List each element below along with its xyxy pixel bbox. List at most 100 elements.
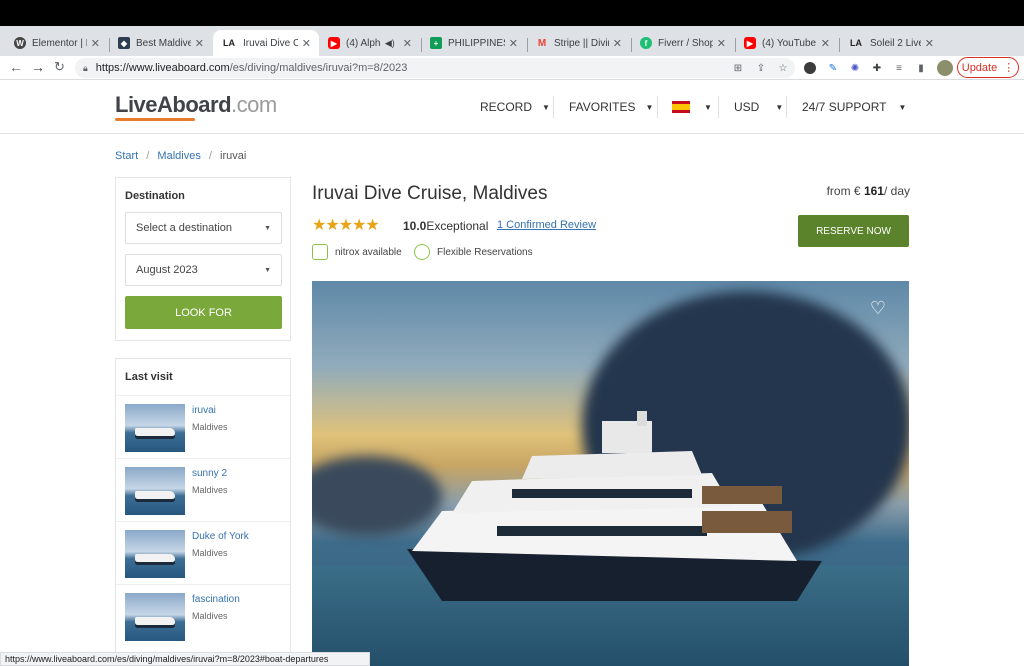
tab-title: Stripe || Diving <box>554 37 609 49</box>
extension-icon[interactable] <box>804 62 816 74</box>
bookmark-star-icon[interactable]: ☆ <box>776 61 790 75</box>
star-rating: ★★★★★ <box>312 217 380 234</box>
close-icon[interactable]: ✕ <box>925 37 934 50</box>
browser-tab[interactable]: LA Soleil 2 Liveab ✕ <box>840 30 942 56</box>
boat-name-link[interactable]: sunny 2 <box>192 468 227 479</box>
shield-icon: ◆ <box>118 37 130 49</box>
reading-list-icon[interactable]: ≡ <box>892 61 906 75</box>
boat-thumbnail <box>125 593 185 641</box>
browser-tab-active[interactable]: LA Iruvai Dive Cru ✕ <box>213 30 319 56</box>
destination-select[interactable]: Select a destination ▼ <box>125 212 282 244</box>
list-item[interactable]: fascination Maldives <box>116 584 290 647</box>
favorite-heart-icon[interactable]: ♡ <box>868 298 888 318</box>
breadcrumb-separator: / <box>208 150 212 162</box>
smile-icon <box>414 244 430 260</box>
browser-tab[interactable]: + PHILIPPINES P ✕ <box>422 30 526 56</box>
price-prefix: from € <box>826 184 861 198</box>
nav-currency[interactable]: USD ▼ <box>734 80 783 134</box>
close-icon[interactable]: ✕ <box>613 37 622 50</box>
caret-down-icon: ▼ <box>704 102 712 112</box>
close-icon[interactable]: ✕ <box>717 37 726 50</box>
youtube-icon: ▶ <box>328 37 340 49</box>
search-panel: Destination Select a destination ▼ Augus… <box>115 177 291 341</box>
page-title: Iruvai Dive Cruise, Maldives <box>312 183 548 204</box>
boat-thumbnail <box>125 530 185 578</box>
browser-tab[interactable]: ◆ Best Maldives ✕ <box>110 30 212 56</box>
browser-tab[interactable]: ▶ (4) Alpha V ◀) ✕ <box>320 30 420 56</box>
boat-name-link[interactable]: iruvai <box>192 405 216 416</box>
boat-region: Maldives <box>192 422 228 432</box>
yacht-illustration <box>407 411 822 601</box>
nav-support-label: 24/7 SUPPORT <box>802 100 887 114</box>
breadcrumb-separator: / <box>146 150 150 162</box>
close-icon[interactable]: ✕ <box>91 37 100 50</box>
list-item[interactable]: Duke of York Maldives <box>116 521 290 584</box>
month-select[interactable]: August 2023 ▼ <box>125 254 282 286</box>
price-suffix: / day <box>883 184 910 198</box>
reviews-link[interactable]: 1 Confirmed Review <box>497 219 596 231</box>
browser-tab[interactable]: ▶ (4) YouTube ✕ <box>736 30 838 56</box>
caret-down-icon: ▼ <box>645 102 654 112</box>
reload-icon[interactable]: ↻ <box>54 59 65 75</box>
tab-title: (4) Alpha V <box>346 37 381 49</box>
site-logo[interactable]: LiveAboard.com <box>115 92 277 121</box>
translate-icon[interactable]: ⊞ <box>731 61 745 75</box>
nitrox-icon <box>312 244 328 260</box>
feature-nitrox: nitrox available <box>312 244 402 260</box>
liveaboard-icon: LA <box>223 38 235 48</box>
list-item[interactable]: iruvai Maldives <box>116 395 290 458</box>
close-icon[interactable]: ✕ <box>821 37 830 50</box>
back-icon[interactable]: ← <box>9 59 23 75</box>
feature-label: Flexible Reservations <box>437 246 533 258</box>
reserve-now-button[interactable]: RESERVE NOW <box>798 215 909 247</box>
sidebar-icon[interactable]: ▮ <box>914 61 928 75</box>
boat-photo[interactable]: ♡ uvai <box>312 281 909 666</box>
rating-value: 10.0 <box>403 219 427 233</box>
browser-tab[interactable]: M Stripe || Diving ✕ <box>528 30 630 56</box>
boat-name-link[interactable]: Duke of York <box>192 531 249 542</box>
close-icon[interactable]: ✕ <box>403 37 412 50</box>
speaker-icon[interactable]: ◀) <box>385 38 395 49</box>
price-per-day: from € 161/ day <box>760 184 910 198</box>
logo-swoosh <box>115 118 195 121</box>
look-for-button[interactable]: LOOK FOR <box>125 296 282 329</box>
nav-favorites-label: FAVORITES <box>569 100 636 114</box>
forward-icon[interactable]: → <box>31 59 45 75</box>
url-field[interactable]: 🔒︎ https://www.liveaboard.com/es/diving/… <box>75 58 795 78</box>
caret-down-icon: ▼ <box>542 102 550 112</box>
puzzle-icon[interactable]: ✚ <box>870 61 884 75</box>
boat-region: Maldives <box>192 485 228 495</box>
browser-tab[interactable]: f Fiverr / Shoppi ✕ <box>632 30 734 56</box>
rating-score: 10.0Exceptional <box>403 219 488 233</box>
share-icon[interactable]: ⇪ <box>754 61 768 75</box>
nav-language[interactable]: ▼ <box>672 80 712 134</box>
screen-top-bar <box>0 0 1024 26</box>
list-item[interactable]: sunny 2 Maldives <box>116 458 290 521</box>
breadcrumb-region[interactable]: Maldives <box>157 150 200 162</box>
update-button[interactable]: Update ⋮ <box>957 57 1019 78</box>
boat-region: Maldives <box>192 611 228 621</box>
boat-thumbnail <box>125 467 185 515</box>
boat-name-link[interactable]: fascination <box>192 594 240 605</box>
browser-tab[interactable]: W Elementor | Be ✕ <box>6 30 108 56</box>
nav-support[interactable]: 24/7 SUPPORT ▼ <box>802 80 906 134</box>
close-icon[interactable]: ✕ <box>509 37 518 50</box>
nav-record[interactable]: RECORD ▼ <box>480 80 550 134</box>
gmail-icon: M <box>537 37 547 49</box>
nav-favorites[interactable]: FAVORITES ▼ <box>569 80 653 134</box>
avatar[interactable] <box>937 60 953 76</box>
boat-region: Maldives <box>192 548 228 558</box>
liveaboard-icon: LA <box>850 38 862 48</box>
tab-title: Fiverr / Shoppi <box>658 37 713 49</box>
eyedropper-icon[interactable]: ✎ <box>826 61 840 75</box>
url-host: https://www.liveaboard.com <box>95 62 230 74</box>
logo-main: LiveAboard <box>115 92 232 117</box>
gear-icon[interactable]: ✺ <box>848 61 862 75</box>
close-icon[interactable]: ✕ <box>302 37 311 50</box>
feature-label: nitrox available <box>335 246 402 258</box>
breadcrumb: Start / Maldives / iruvai <box>115 150 246 162</box>
close-icon[interactable]: ✕ <box>195 37 204 50</box>
tab-title: PHILIPPINES P <box>448 37 505 49</box>
link-status-bar: https://www.liveaboard.com/es/diving/mal… <box>0 652 370 666</box>
breadcrumb-start[interactable]: Start <box>115 150 138 162</box>
